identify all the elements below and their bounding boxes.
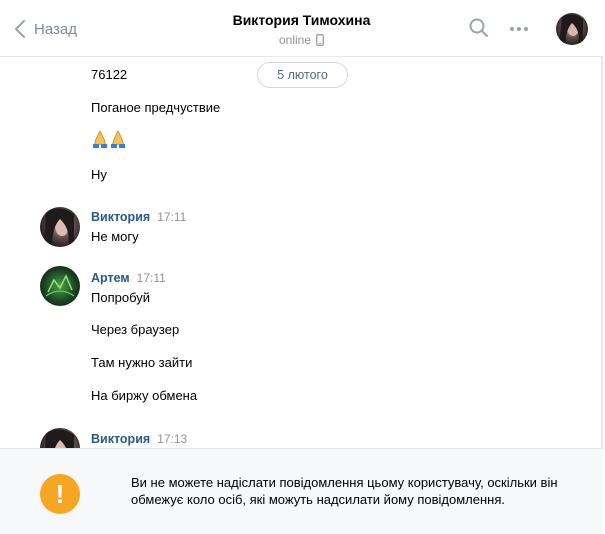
status-text: online [278, 33, 312, 47]
folded-hands-icon [111, 130, 125, 148]
mobile-phone-icon [316, 34, 324, 46]
search-button[interactable] [469, 18, 489, 43]
message-text: Попробуй [91, 290, 150, 305]
notice-text: Ви не можете надіслати повідомлення цьом… [131, 475, 558, 507]
search-icon [469, 18, 488, 37]
restriction-notice: ! Ви не можете надіслати повідомлення ць… [0, 448, 603, 534]
message-text: Поганое предчуствие [91, 100, 221, 115]
message-text: Ну [91, 167, 107, 182]
author-name[interactable]: Артем [91, 271, 130, 285]
message-text: На биржу обмена [91, 388, 198, 403]
dot-icon [510, 27, 514, 31]
author-name[interactable]: Виктория [91, 432, 150, 446]
chat-header: Назад Виктория Тимохина online [0, 0, 603, 57]
message-text: Не могу [91, 229, 139, 244]
chat-window: Назад Виктория Тимохина online 5 лютого … [0, 0, 603, 534]
more-options-button[interactable] [510, 27, 528, 31]
avatar[interactable] [40, 428, 80, 448]
message-author[interactable]: Виктория 17:11 [91, 209, 186, 225]
header-avatar[interactable] [556, 13, 588, 45]
message-text: 76122 [91, 67, 128, 82]
message-emoji [91, 129, 127, 149]
online-status: online [279, 32, 324, 48]
date-divider: 5 лютого [257, 62, 348, 88]
avatar[interactable] [40, 266, 80, 306]
message-author[interactable]: Артем 17:11 [91, 270, 166, 286]
message-text: Через браузер [91, 322, 180, 337]
dot-icon [524, 27, 528, 31]
user-photo-icon [556, 13, 588, 45]
author-name[interactable]: Виктория [91, 210, 150, 224]
user-photo-icon [40, 207, 80, 247]
warning-icon: ! [40, 474, 80, 514]
folded-hands-icon [93, 130, 107, 148]
user-photo-icon [40, 428, 80, 448]
message-text: Там нужно зайти [91, 355, 193, 370]
user-photo-icon [40, 266, 80, 306]
message-author[interactable]: Виктория 17:13 [91, 431, 187, 447]
message-time: 17:11 [157, 210, 187, 224]
message-time: 17:11 [136, 271, 166, 285]
dot-icon [517, 27, 521, 31]
message-time: 17:13 [157, 432, 188, 446]
avatar[interactable] [40, 207, 80, 247]
